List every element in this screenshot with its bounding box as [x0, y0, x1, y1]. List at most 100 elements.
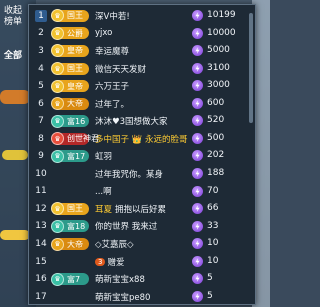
leaderboard-row[interactable]: 4 ♛ 国王 微信天天发财 3100 — [29, 60, 255, 78]
leaderboard-row[interactable]: 10 过年我咒你。某身 188 — [29, 165, 255, 183]
rank-number: 14 — [35, 239, 47, 250]
username-text: 萌新宝宝pe80 — [95, 292, 151, 303]
username[interactable]: 深V中若! — [95, 10, 193, 22]
lightning-coin-icon — [192, 238, 203, 250]
rank-number: 1 — [35, 9, 47, 22]
username-text: ◇艾嘉辰◇ — [95, 240, 134, 251]
leaderboard-row[interactable]: 12 ♛ 国王 耳夏 拥抱以后好累 66 — [29, 200, 255, 218]
username[interactable]: 耳夏 拥抱以后好累 — [95, 203, 193, 215]
lightning-coin-icon — [192, 220, 203, 232]
rank-number: 12 — [35, 203, 47, 214]
username[interactable]: 六万王子 — [95, 80, 193, 92]
noble-badge: ♛ 富7 — [51, 272, 89, 286]
username[interactable]: 萌新宝宝pe80 — [95, 291, 193, 303]
lightning-coin-icon — [192, 115, 203, 127]
leaderboard-row[interactable]: 6 ♛ 大帝 过年了。 600 — [29, 95, 255, 113]
leaderboard-row[interactable]: 14 ♛ 大帝 ◇艾嘉辰◇ 10 — [29, 235, 255, 253]
username-text: 赠爱 — [107, 257, 125, 268]
rank-number: 8 — [38, 133, 44, 144]
scrollbar[interactable] — [249, 13, 253, 123]
contribution-value: 70 — [207, 185, 219, 196]
leaderboard-row[interactable]: 8 ♛ 创世神君 多中国子 👑 永远的脸哥 500 — [29, 130, 255, 148]
username-text: 沐沐♥3国想做大家 — [95, 117, 168, 128]
leaderboard-row[interactable]: 7 ♛ 富16 沐沐♥3国想做大家 520 — [29, 112, 255, 130]
noble-badge: ♛ 大帝 — [51, 237, 89, 251]
leaderboard-row[interactable]: 3 ♛ 皇帝 幸运魔尊 5000 — [29, 42, 255, 60]
crown-icon: ♛ — [51, 237, 64, 251]
collapse-label-line2[interactable]: 榜单 — [4, 17, 22, 28]
noble-badge: ♛ 大帝 — [51, 97, 89, 111]
lightning-coin-icon — [192, 80, 203, 92]
badge-label: 富17 — [67, 151, 86, 161]
username[interactable]: 虹羽 — [95, 150, 193, 162]
username[interactable]: 你的世界 我来过 — [95, 220, 193, 232]
username[interactable]: 多中国子 👑 永远的脸哥 — [95, 133, 193, 145]
username-text: 拥抱以后好累 — [115, 204, 167, 215]
leaderboard-row[interactable]: 2 ♛ 公爵 yjxo 10000 — [29, 25, 255, 43]
background-decoration — [2, 150, 28, 160]
lightning-coin-icon — [192, 132, 203, 144]
lightning-coin-icon — [192, 273, 203, 285]
rank-number: 16 — [35, 274, 47, 285]
username[interactable]: ...啊 — [95, 185, 193, 197]
noble-badge: ♛ 富18 — [51, 219, 89, 233]
contribution-value: 10 — [207, 238, 219, 249]
leaderboard-row[interactable]: 17 萌新宝宝pe80 5 — [29, 288, 255, 304]
username[interactable]: yjxo — [95, 28, 193, 38]
crown-icon: ♛ — [51, 202, 64, 216]
contribution-value: 10199 — [207, 10, 236, 20]
noble-badge: ♛ 国王 — [51, 9, 89, 23]
noble-badge — [53, 291, 89, 303]
leaderboard-row[interactable]: 9 ♛ 富17 虹羽 202 — [29, 147, 255, 165]
crown-icon: ♛ — [51, 26, 64, 40]
username[interactable]: 微信天天发财 — [95, 63, 193, 75]
badge-label: 富16 — [67, 116, 86, 126]
lightning-coin-icon — [192, 45, 203, 57]
rank-number: 5 — [38, 81, 44, 92]
lightning-coin-icon — [192, 10, 203, 21]
username-text: 虹羽 — [95, 152, 113, 163]
leaderboard-row[interactable]: 16 ♛ 富7 萌新宝宝x88 5 — [29, 270, 255, 288]
rank-number: 2 — [38, 28, 44, 39]
contribution-value: 3100 — [207, 62, 230, 73]
leaderboard-row[interactable]: 13 ♛ 富18 你的世界 我来过 33 — [29, 218, 255, 236]
badge-label: 国王 — [67, 11, 83, 21]
badge-label: 国王 — [67, 64, 83, 74]
username-text: 多中国子 👑 永远的脸哥 — [95, 134, 188, 145]
username-text: 六万王子 — [95, 82, 130, 93]
crown-icon: ♛ — [51, 132, 64, 146]
crown-icon: ♛ — [51, 79, 64, 93]
username-text: 萌新宝宝x88 — [95, 275, 145, 286]
username[interactable]: 沐沐♥3国想做大家 — [95, 115, 193, 127]
username-text: ...啊 — [95, 187, 112, 198]
lightning-coin-icon — [192, 62, 203, 74]
noble-badge — [53, 256, 89, 268]
crown-icon: ♛ — [51, 97, 64, 111]
username[interactable]: 幸运魔尊 — [95, 45, 193, 57]
username[interactable]: 3 赠爱 — [95, 256, 193, 268]
crown-icon: ♛ — [51, 9, 64, 23]
username-text: 过年我咒你。某身 — [95, 169, 164, 180]
leaderboard-row[interactable]: 15 3 赠爱 10 — [29, 253, 255, 271]
noble-badge — [53, 185, 89, 197]
lightning-coin-icon — [192, 27, 203, 39]
contribution-value: 600 — [207, 97, 225, 108]
lightning-coin-icon — [192, 167, 203, 179]
background-decoration — [0, 90, 30, 104]
badge-label: 大帝 — [67, 239, 83, 249]
leaderboard-row[interactable]: 11 ...啊 70 — [29, 183, 255, 201]
username[interactable]: 萌新宝宝x88 — [95, 273, 193, 285]
tab-all[interactable]: 全部 — [4, 48, 22, 61]
username-text: 微信天天发财 — [95, 64, 147, 75]
leaderboard-row[interactable]: 1 ♛ 国王 深V中若! 10199 — [29, 7, 255, 25]
collapse-label-line1[interactable]: 收起 — [4, 6, 22, 17]
rank-number: 9 — [38, 151, 44, 162]
background-decoration — [0, 230, 30, 240]
username[interactable]: 过年我咒你。某身 — [95, 168, 193, 180]
noble-badge: ♛ 国王 — [51, 202, 89, 216]
leaderboard-row[interactable]: 5 ♛ 皇帝 六万王子 3000 — [29, 77, 255, 95]
lightning-coin-icon — [192, 185, 203, 197]
badge-label: 创世神君 — [67, 134, 99, 144]
username[interactable]: 过年了。 — [95, 98, 193, 110]
username[interactable]: ◇艾嘉辰◇ — [95, 238, 193, 250]
